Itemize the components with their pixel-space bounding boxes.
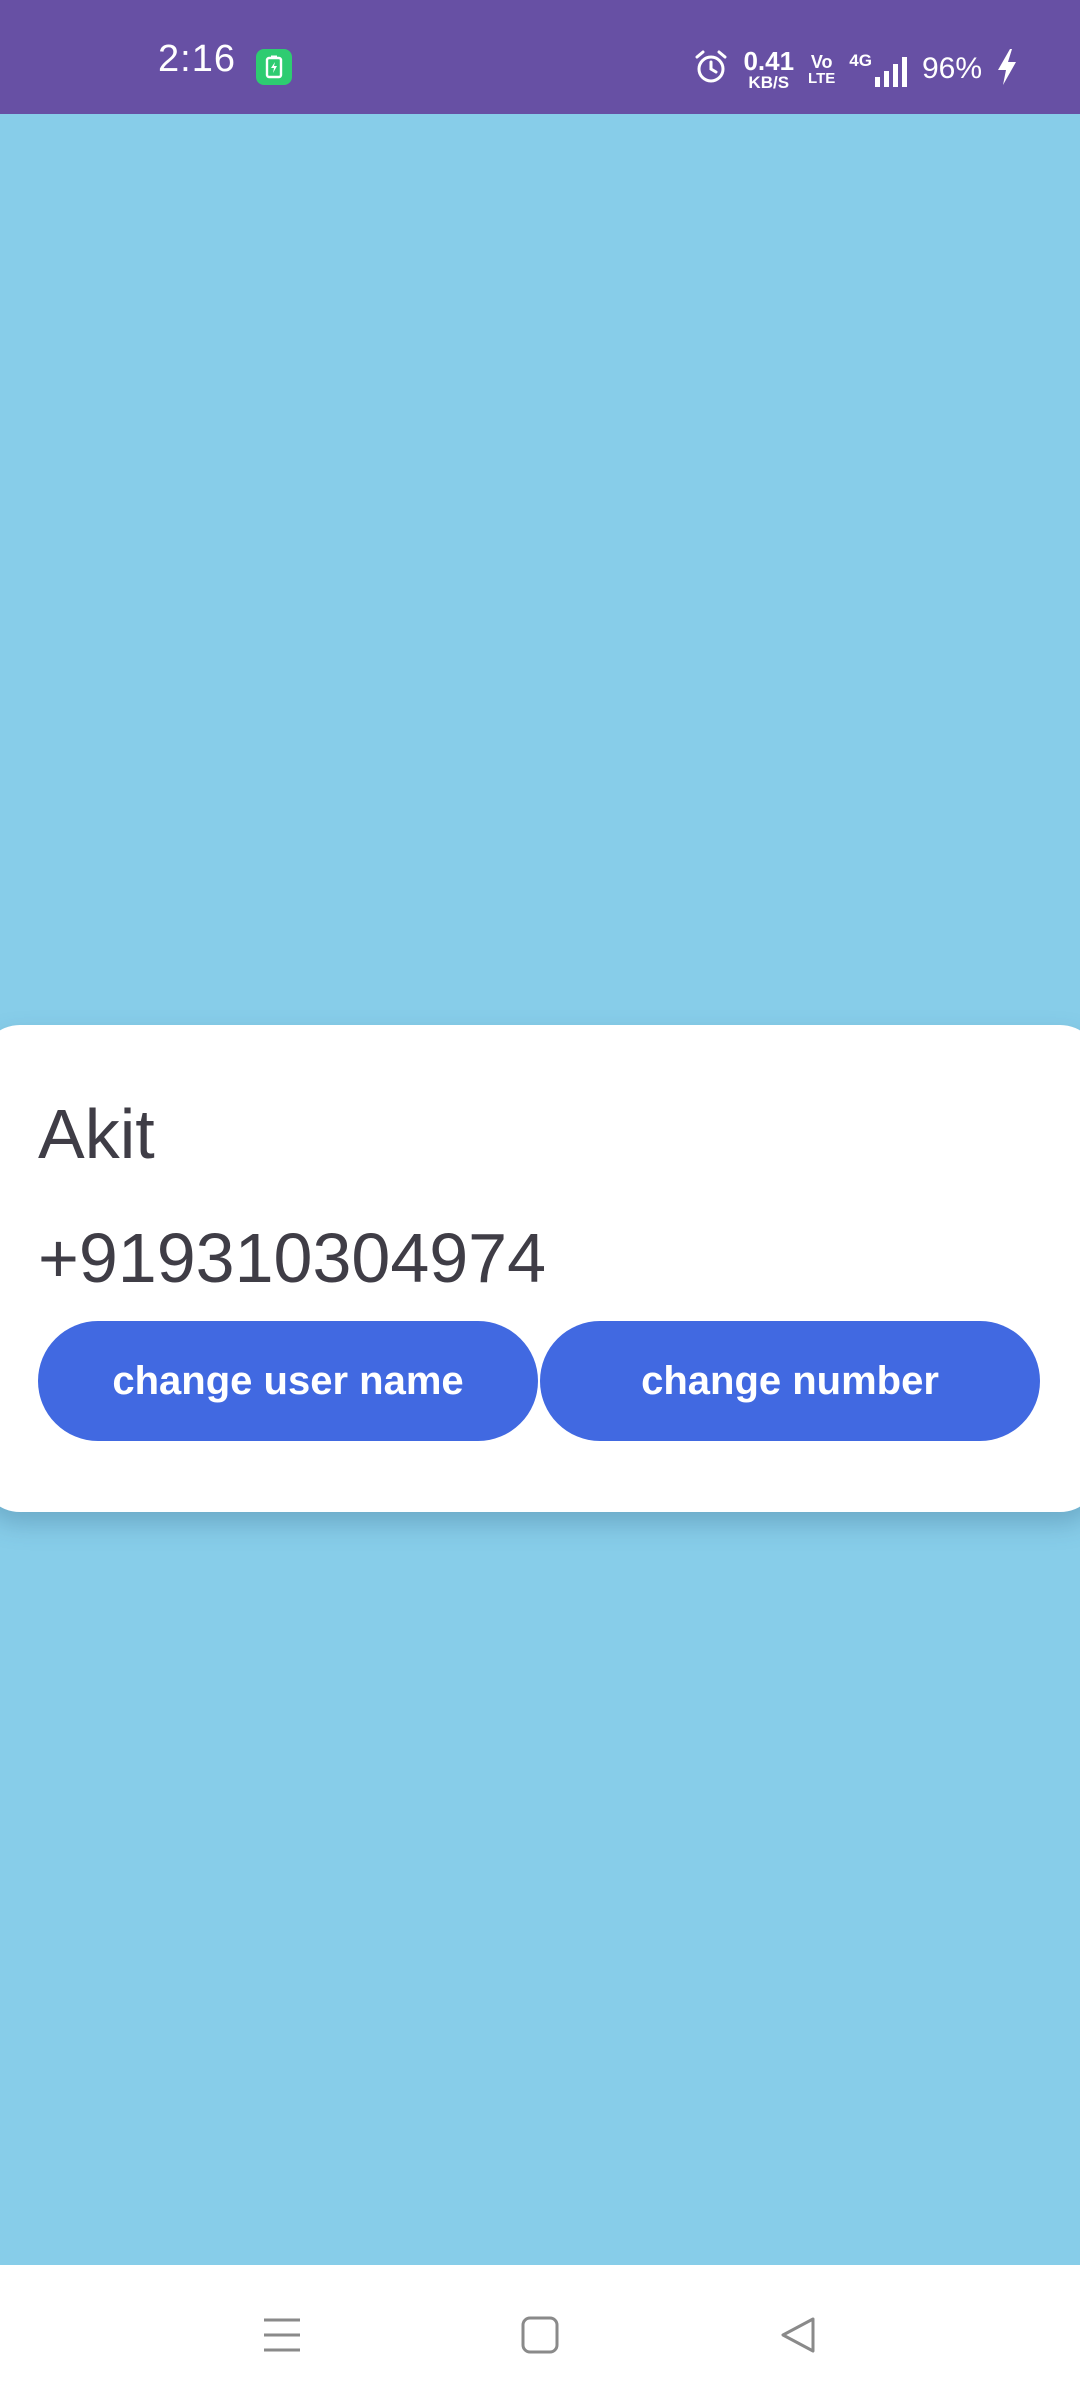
- status-bar: 2:16 0.41 KB/S Vo LTE 4G 96%: [0, 0, 1080, 114]
- signal-icon: 4G: [849, 51, 908, 87]
- battery-saver-app-icon: [256, 49, 292, 85]
- volte-bottom: LTE: [808, 69, 836, 87]
- change-user-name-button[interactable]: change user name: [38, 1321, 538, 1441]
- user-phone-number: +919310304974: [38, 1219, 547, 1297]
- status-time: 2:16: [158, 38, 236, 80]
- network-type: 4G: [849, 51, 872, 70]
- change-number-button[interactable]: change number: [540, 1321, 1040, 1441]
- status-icons: 0.41 KB/S Vo LTE 4G 96%: [693, 44, 1018, 94]
- net-speed-value: 0.41: [743, 45, 795, 76]
- volte-top: Vo: [810, 51, 833, 72]
- volte-indicator: Vo LTE: [808, 53, 835, 86]
- alarm-icon: [693, 49, 729, 90]
- menu-icon[interactable]: [242, 2295, 322, 2375]
- user-name: Akit: [38, 1095, 155, 1173]
- battery-percent: 96%: [921, 52, 982, 85]
- home-icon[interactable]: [500, 2295, 580, 2375]
- charging-icon: [996, 48, 1018, 91]
- net-speed-unit: KB/S: [748, 72, 790, 92]
- back-icon[interactable]: [758, 2295, 838, 2375]
- profile-card: Akit +919310304974 change user name chan…: [0, 1025, 1080, 1512]
- net-speed: 0.41 KB/S: [743, 48, 794, 91]
- navigation-bar: [0, 2265, 1080, 2400]
